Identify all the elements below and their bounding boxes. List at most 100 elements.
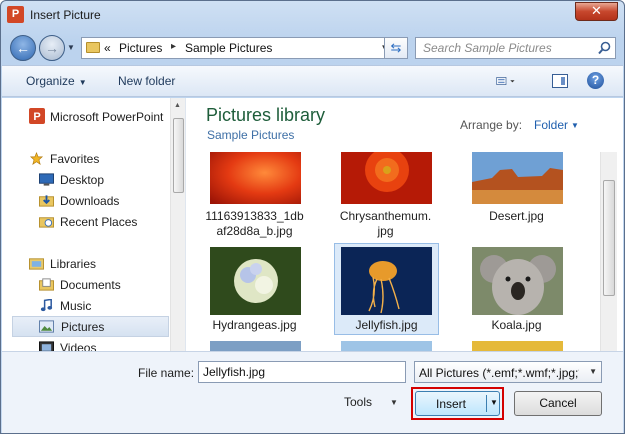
file-thumbnail-partial — [341, 341, 432, 351]
file-thumbnail — [341, 247, 432, 315]
file-name-input[interactable] — [198, 361, 406, 383]
file-thumbnail-partial — [472, 341, 563, 351]
arrange-by-label: Arrange by: — [460, 118, 523, 132]
new-folder-button[interactable]: New folder — [118, 74, 175, 88]
nav-item-recent-places[interactable]: Recent Places — [12, 211, 169, 232]
main-area: P Microsoft PowerPoint Favorites Desktop — [2, 98, 623, 351]
breadcrumb-sample-pictures[interactable]: Sample Pictures — [185, 41, 272, 55]
chevron-down-icon[interactable]: ▼ — [490, 398, 498, 407]
nav-label: Recent Places — [60, 215, 138, 229]
insert-button[interactable]: Insert — [416, 397, 486, 411]
scroll-thumb[interactable] — [173, 118, 184, 193]
downloads-icon — [39, 195, 54, 207]
file-tile[interactable]: Koala.jpg — [465, 243, 570, 335]
music-icon — [40, 299, 53, 312]
breadcrumb-separator-icon[interactable]: ▸ — [171, 41, 176, 52]
organize-menu[interactable]: Organize ▼ — [26, 74, 87, 88]
chevron-down-icon[interactable]: ▼ — [390, 398, 398, 407]
command-bar: Organize ▼ New folder ? — [2, 65, 623, 97]
nav-item-microsoft-powerpoint[interactable]: P Microsoft PowerPoint — [12, 106, 169, 127]
videos-icon — [39, 341, 54, 351]
file-tile[interactable]: Chrysanthemum. jpg — [334, 152, 439, 240]
nav-label: Desktop — [60, 173, 105, 187]
close-button[interactable]: ✕ — [575, 2, 618, 21]
back-button[interactable]: ← — [10, 35, 36, 61]
search-box[interactable] — [415, 37, 616, 59]
organize-label: Organize — [26, 74, 75, 88]
file-type-select[interactable]: All Pictures (*.emf;*.wmf;*.jpg;* ▼ — [414, 361, 602, 383]
window-title: Insert Picture — [30, 8, 101, 22]
file-name-line: Hydrangeas.jpg — [212, 318, 297, 332]
file-name-line: Koala.jpg — [491, 318, 542, 332]
chevron-down-icon: ▼ — [78, 78, 87, 87]
file-tile-selected[interactable]: Jellyfish.jpg — [334, 243, 439, 335]
nav-item-desktop[interactable]: Desktop — [12, 169, 169, 190]
nav-label: Videos — [60, 341, 97, 351]
insert-split-button[interactable]: Insert ▼ — [415, 391, 500, 416]
recent-pages-chevron-down-icon[interactable]: ▼ — [67, 43, 75, 52]
insert-picture-dialog: P Insert Picture ✕ ← → ▼ « Pictures ▸ Sa… — [0, 0, 625, 434]
nav-item-favorites[interactable]: Favorites — [12, 148, 169, 169]
scroll-thumb[interactable] — [603, 180, 615, 296]
forward-button[interactable]: → — [39, 35, 65, 61]
preview-pane-icon[interactable] — [552, 74, 568, 88]
file-thumbnail — [210, 152, 301, 204]
star-icon — [29, 152, 44, 165]
nav-item-videos[interactable]: Videos — [12, 337, 169, 351]
svg-text:P: P — [33, 111, 40, 123]
tools-menu[interactable]: Tools — [344, 395, 372, 409]
file-name-line: jpg — [377, 224, 394, 238]
libraries-icon — [29, 258, 44, 270]
file-tile[interactable]: Hydrangeas.jpg — [203, 243, 308, 335]
recent-places-icon — [39, 217, 54, 228]
file-name-line: af28d8a_b.jpg — [216, 224, 293, 238]
file-thumbnail — [341, 152, 432, 204]
folder-icon — [86, 42, 100, 53]
library-subtitle[interactable]: Sample Pictures — [207, 128, 294, 142]
nav-label: Documents — [60, 278, 121, 292]
title-bar: P Insert Picture ✕ — [1, 1, 624, 29]
search-input[interactable] — [417, 39, 595, 57]
file-name-line: Desert.jpg — [489, 209, 544, 223]
nav-label: Pictures — [61, 320, 105, 334]
file-name-line: Jellyfish.jpg — [355, 318, 418, 332]
file-thumbnail — [472, 152, 563, 204]
breadcrumb-pictures[interactable]: Pictures — [119, 41, 162, 55]
nav-item-downloads[interactable]: Downloads — [12, 190, 169, 211]
file-type-value: All Pictures (*.emf;*.wmf;*.jpg;* — [419, 366, 579, 380]
cancel-button[interactable]: Cancel — [514, 391, 602, 416]
navigation-scrollbar[interactable]: ▲ — [170, 98, 185, 351]
chevron-down-icon: ▼ — [589, 367, 597, 376]
address-bar[interactable]: « Pictures ▸ Sample Pictures ▼ — [81, 37, 408, 59]
nav-label: Favorites — [50, 152, 100, 166]
change-view-icon[interactable] — [496, 74, 516, 88]
help-icon[interactable]: ? — [587, 72, 604, 89]
nav-item-pictures[interactable]: Pictures — [12, 316, 169, 337]
nav-label: Microsoft PowerPoint — [50, 110, 164, 124]
powerpoint-icon: P — [29, 108, 45, 124]
nav-item-documents[interactable]: Documents — [12, 274, 169, 295]
refresh-button[interactable]: ⇆ — [384, 37, 408, 59]
file-thumbnail-partial — [210, 341, 301, 351]
file-name-label: File name: — [138, 366, 195, 380]
nav-item-libraries[interactable]: Libraries — [12, 253, 169, 274]
desktop-icon — [39, 173, 54, 186]
library-title: Pictures library — [206, 105, 326, 125]
file-thumbnail — [210, 247, 301, 315]
powerpoint-app-icon: P — [7, 6, 24, 23]
arrange-by-dropdown[interactable]: Folder — [534, 118, 568, 132]
chevron-down-icon[interactable]: ▼ — [571, 121, 579, 130]
file-name-line: 11163913833_1db — [205, 209, 304, 223]
file-tile[interactable]: Desert.jpg — [465, 152, 570, 240]
navigation-pane: P Microsoft PowerPoint Favorites Desktop — [2, 98, 186, 351]
scroll-up-icon[interactable]: ▲ — [174, 102, 181, 109]
nav-label: Libraries — [50, 257, 97, 271]
nav-item-music[interactable]: Music — [12, 295, 169, 316]
split-divider — [486, 395, 487, 412]
file-list-pane: Pictures library Sample Pictures Arrange… — [187, 98, 623, 351]
documents-icon — [39, 278, 54, 291]
file-tile[interactable]: 11163913833_1db af28d8a_b.jpg — [203, 152, 308, 240]
search-icon[interactable] — [598, 41, 611, 55]
address-overflow[interactable]: « — [104, 41, 111, 55]
file-list-scrollbar[interactable] — [600, 152, 617, 351]
